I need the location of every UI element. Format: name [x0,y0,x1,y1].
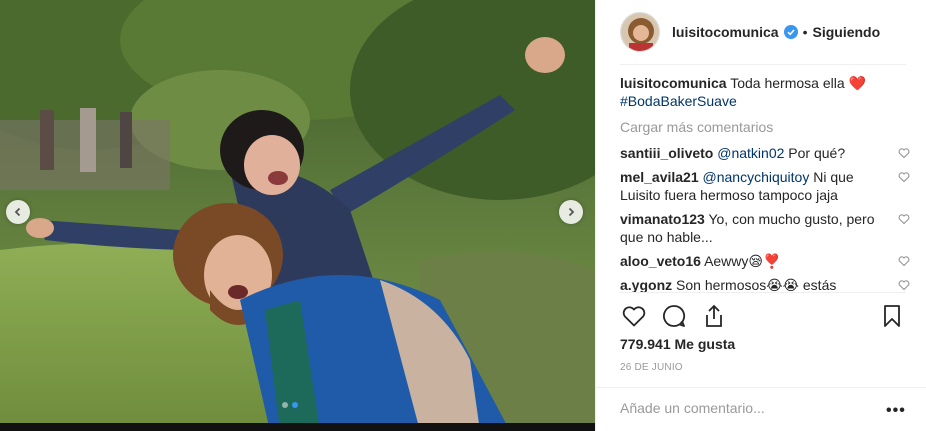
header-divider [620,64,906,65]
post-date[interactable]: 26 DE JUNIO [620,362,683,373]
instagram-post: luisitocomunica • Siguiendo luisitocomun… [0,0,926,431]
comment-like-heart-icon[interactable] [898,171,910,183]
avatar-image [621,13,659,51]
comment-username[interactable]: a.ygonz [620,277,672,292]
comment-item: aloo_veto16 Aewwy😪❣️ [620,252,910,270]
caption-hashtag[interactable]: #BodaBakerSuave [620,93,737,109]
comment-item: vimanato123 Yo, con mucho gusto, pero qu… [620,210,910,246]
comment-mention[interactable]: @natkin02 [717,145,784,161]
comment-mention[interactable]: @nancychiquitoy [703,169,810,185]
comment-username[interactable]: santiii_oliveto [620,145,713,161]
comment-item: mel_avila21 @nancychiquitoy Ni que Luisi… [620,168,910,204]
post-caption: luisitocomunica Toda hermosa ella ❤️ #Bo… [620,74,910,110]
action-bar [614,300,910,332]
load-more-comments-link[interactable]: Cargar más comentarios [620,118,910,136]
verified-badge-icon [783,25,798,39]
comment-text: Aewwy😪❣️ [704,253,781,269]
comment-like-heart-icon[interactable] [898,279,910,291]
comment-username[interactable]: aloo_veto16 [620,253,701,269]
likes-count[interactable]: 779.941 Me gusta [620,336,735,352]
comment-text: Por qué? [784,145,846,161]
comments-list: luisitocomunica Toda hermosa ella ❤️ #Bo… [620,74,910,292]
add-comment-divider [596,387,926,388]
following-button[interactable]: Siguiendo [812,24,880,40]
carousel-indicator [282,402,298,408]
add-comment-input[interactable]: Añade un comentario... [620,400,765,416]
heart-icon[interactable] [620,302,648,330]
caption-text: Toda hermosa ella ❤️ [730,75,866,91]
more-options-button[interactable]: ••• [886,402,906,420]
photo-bottom-bar [0,423,595,431]
previous-photo-button[interactable] [6,200,30,224]
carousel-dot-active [292,402,298,408]
carousel-dot [282,402,288,408]
actions-divider [620,292,906,293]
comment-username[interactable]: vimanato123 [620,211,705,227]
post-header: luisitocomunica • Siguiendo [596,0,926,64]
comment-text: Son hermosos😭😭 estás [676,277,837,292]
chevron-right-icon [568,207,575,217]
post-photo[interactable] [0,0,595,431]
photo-scene [0,0,595,431]
post-sidebar: luisitocomunica • Siguiendo luisitocomun… [595,0,926,431]
next-photo-button[interactable] [559,200,583,224]
comment-icon[interactable] [660,302,688,330]
comment-username[interactable]: mel_avila21 [620,169,699,185]
comment-item: santiii_oliveto @natkin02 Por qué? [620,144,910,162]
comment-like-heart-icon[interactable] [898,147,910,159]
header-username[interactable]: luisitocomunica [672,24,779,40]
avatar[interactable] [620,12,660,52]
chevron-left-icon [14,207,21,217]
comment-item: a.ygonz Son hermosos😭😭 estás [620,276,910,292]
share-icon[interactable] [700,302,728,330]
comment-like-heart-icon[interactable] [898,255,910,267]
comment-like-heart-icon[interactable] [898,213,910,225]
header-separator: • [802,24,808,40]
caption-username[interactable]: luisitocomunica [620,75,727,91]
bookmark-icon[interactable] [878,302,906,330]
